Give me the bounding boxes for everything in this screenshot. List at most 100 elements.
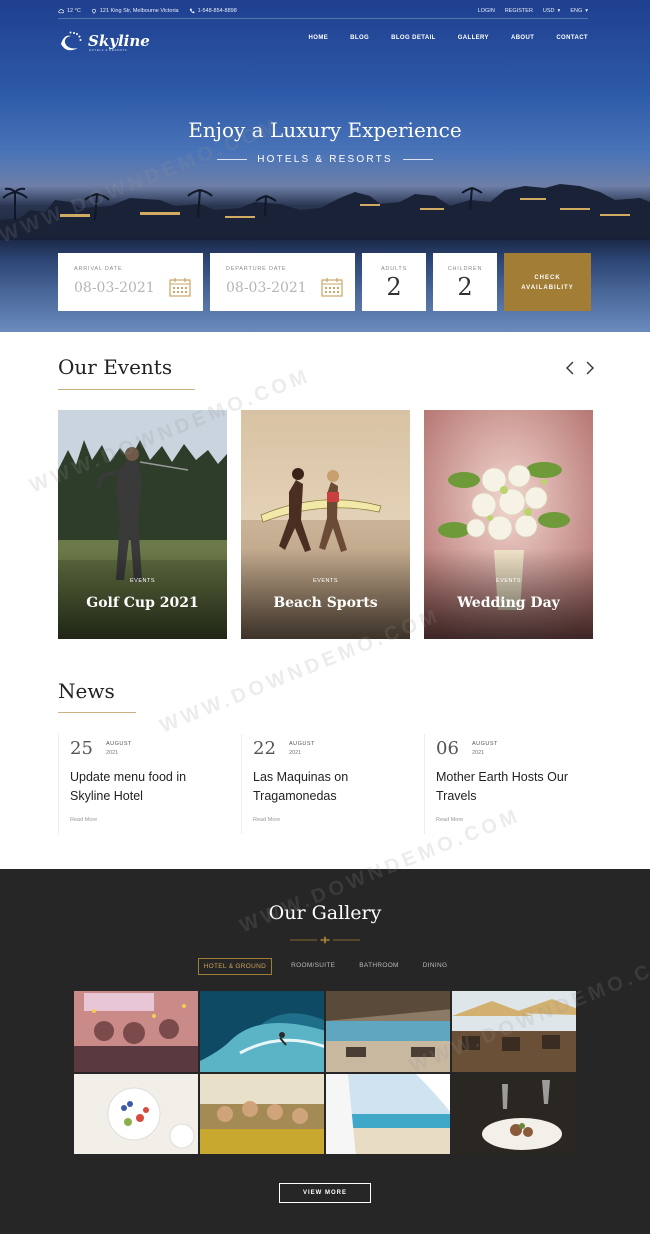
cloud-icon [58,9,64,14]
nav-gallery[interactable]: GALLERY [458,35,489,41]
nav-blog[interactable]: BLOG [350,35,369,41]
chevron-down-icon: ▾ [585,8,588,14]
card-gradient [424,549,593,639]
news-day: 25 [70,738,93,759]
children-value[interactable]: 2 [433,273,497,301]
check-label-line1: CHECK [534,275,561,281]
gallery-photo-surf[interactable] [199,990,325,1073]
news-month: AUGUST [106,741,132,747]
language-select[interactable]: ENG ▾ [570,8,588,14]
check-label-line2: AVAILABILITY [521,285,574,291]
check-availability-button[interactable]: CHECK AVAILABILITY [504,253,591,311]
hero-subtitle-text: HOTELS & RESORTS [257,154,393,165]
news-year: 2021 [106,750,119,756]
language-value: ENG [570,8,583,14]
news-day: 22 [253,738,276,759]
events-title-underline [58,389,195,390]
events-carousel-arrows [564,360,596,376]
address-text: 121 King Str, Melbourne Victoria [99,8,179,14]
read-more-link[interactable]: Read More [436,817,463,823]
filter-room-suite[interactable]: ROOM/SUITE [286,958,340,975]
news-item[interactable]: 25 AUGUST 2021 Update menu food in Skyli… [58,734,228,834]
brand-tagline: HOTELS & RESORTS [89,48,128,52]
calendar-icon[interactable] [169,277,191,297]
event-tag: EVENTS [129,578,155,584]
weather: 12 °C [58,8,81,14]
subtitle-line-left [217,159,248,160]
read-more-link[interactable]: Read More [70,817,97,823]
news-headline[interactable]: Las Maquinas on Tragamonedas [253,768,403,806]
event-card-wedding[interactable]: EVENTS Wedding Day [424,410,593,639]
weather-text: 12 °C [67,8,81,14]
hero-title: Enjoy a Luxury Experience [188,118,462,142]
address: 121 King Str, Melbourne Victoria [91,8,179,14]
news-year: 2021 [289,750,302,756]
card-gradient [58,549,227,639]
gallery-photo-party[interactable] [73,990,199,1073]
nav-about[interactable]: ABOUT [511,35,534,41]
arrival-date-field[interactable]: ARRIVAL DATE 08-03-2021 [58,253,203,311]
chevron-down-icon: ▾ [557,8,561,14]
location-pin-icon [91,8,96,14]
news-item[interactable]: 06 AUGUST 2021 Mother Earth Hosts Our Tr… [424,734,594,834]
site-logo[interactable]: Skyline HOTELS & RESORTS [58,26,154,56]
arrival-date-value[interactable]: 08-03-2021 [74,280,155,296]
phone[interactable]: 1-548-854-8898 [189,8,237,14]
register-link[interactable]: REGISTER [505,8,533,14]
brand-name: Skyline [88,31,150,50]
nav-contact[interactable]: CONTACT [556,35,588,41]
adults-value[interactable]: 2 [362,273,426,301]
gallery-photo-beach-view[interactable] [325,1072,451,1155]
departure-date-field[interactable]: DEPARTURE DATE 08-03-2021 [210,253,355,311]
calendar-icon[interactable] [321,277,343,297]
logo-swirl-icon [61,31,82,51]
departure-date-value[interactable]: 08-03-2021 [226,280,307,296]
gallery-photo-terrace[interactable] [451,990,577,1073]
gallery-filters: HOTEL & GROUND ROOM/SUITE BATHROOM DININ… [0,958,650,975]
children-label: CHILDREN [447,266,483,272]
gallery-photo-food[interactable] [73,1072,199,1155]
news-title-underline [58,712,136,713]
events-title: Our Events [58,355,173,379]
chevron-right-icon[interactable] [584,360,596,376]
nav-blog-detail[interactable]: BLOG DETAIL [391,35,436,41]
gallery-photo-pool[interactable] [325,990,451,1073]
news-year: 2021 [472,750,485,756]
phone-icon [189,8,195,14]
adults-field[interactable]: ADULTS 2 [362,253,426,311]
event-name[interactable]: Golf Cup 2021 [58,595,227,611]
news-day: 06 [436,738,459,759]
chevron-left-icon[interactable] [564,360,576,376]
nav-home[interactable]: HOME [309,35,329,41]
topbar-divider [58,18,588,19]
filter-bathroom[interactable]: BATHROOM [354,958,403,975]
filter-dining[interactable]: DINING [418,958,453,975]
subtitle-line-right [402,159,433,160]
gallery-photo-dining[interactable] [451,1072,577,1155]
main-nav: HOME BLOG BLOG DETAIL GALLERY ABOUT CONT… [309,35,588,41]
event-tag: EVENTS [495,578,521,584]
children-field[interactable]: CHILDREN 2 [433,253,497,311]
filter-hotel-ground[interactable]: HOTEL & GROUND [197,958,273,975]
gallery-title: Our Gallery [268,902,382,924]
event-card-beach[interactable]: EVENTS Beach Sports [241,410,410,639]
news-item[interactable]: 22 AUGUST 2021 Las Maquinas on Tragamone… [241,734,411,834]
news-headline[interactable]: Update menu food in Skyline Hotel [70,768,220,806]
login-link[interactable]: LOGIN [478,8,495,14]
arrival-date-label: ARRIVAL DATE [74,266,123,272]
event-name[interactable]: Beach Sports [241,595,410,611]
read-more-link[interactable]: Read More [253,817,280,823]
news-month: AUGUST [289,741,315,747]
currency-select[interactable]: USD ▾ [543,8,560,14]
phone-text[interactable]: 1-548-854-8898 [198,8,237,14]
view-more-button[interactable]: VIEW MORE [279,1183,371,1203]
ornament-icon [290,936,360,944]
currency-value: USD [542,8,555,14]
news-headline[interactable]: Mother Earth Hosts Our Travels [436,768,586,806]
top-info-bar: 12 °C 121 King Str, Melbourne Victoria 1… [58,5,588,17]
gallery-photo-friends[interactable] [199,1072,325,1155]
event-name[interactable]: Wedding Day [424,595,593,611]
hero-subtitle: HOTELS & RESORTS [0,154,650,165]
gallery-section: Our Gallery HOTEL & GROUND ROOM/SUITE BA… [0,869,650,1234]
event-card-golf[interactable]: EVENTS Golf Cup 2021 [58,410,227,639]
